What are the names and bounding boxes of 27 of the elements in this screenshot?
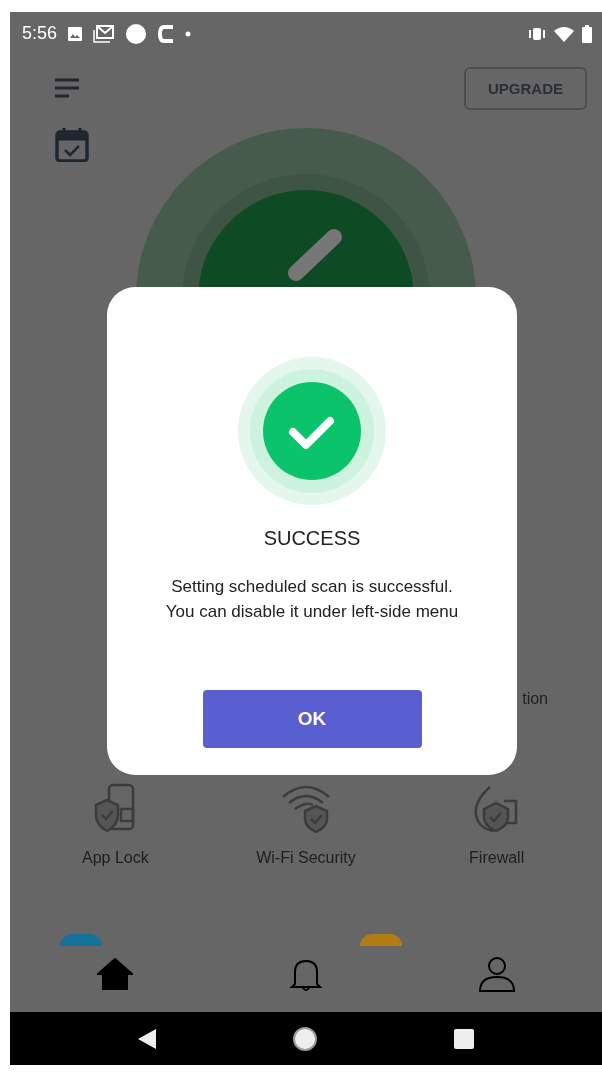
home-circle-icon[interactable]	[292, 1025, 318, 1052]
wifi-icon	[554, 25, 574, 42]
c-icon	[157, 23, 176, 44]
feature-label: tion	[522, 690, 548, 708]
recents-icon[interactable]	[452, 1027, 475, 1050]
ok-button[interactable]: OK	[202, 690, 422, 748]
dialog-title: SUCCESS	[263, 527, 361, 550]
mail-icon	[93, 24, 116, 43]
shield-wifi-icon	[281, 783, 331, 833]
dot-icon	[185, 30, 192, 37]
vibrate-icon	[528, 26, 546, 41]
back-icon[interactable]	[137, 1027, 158, 1050]
feature-label[interactable]: App Lock	[81, 849, 149, 867]
upgrade-button[interactable]: UPGRADE	[464, 66, 587, 110]
circle-icon	[125, 22, 148, 45]
clock-time: 5:56	[22, 23, 58, 44]
shield-phone-icon	[94, 783, 137, 833]
menu-icon[interactable]	[55, 78, 79, 98]
success-check-icon	[238, 357, 386, 505]
profile-icon[interactable]	[477, 954, 516, 993]
home-icon[interactable]	[97, 957, 134, 990]
feature-label[interactable]: Wi-Fi Security	[256, 849, 356, 867]
image-icon	[67, 25, 84, 42]
dialog-message: Setting scheduled scan is successful. You can disable it under left-side menu	[165, 576, 459, 623]
feature-label[interactable]: Firewall	[469, 849, 525, 867]
calendar-check-icon[interactable]	[55, 128, 89, 162]
battery-icon	[582, 24, 592, 43]
